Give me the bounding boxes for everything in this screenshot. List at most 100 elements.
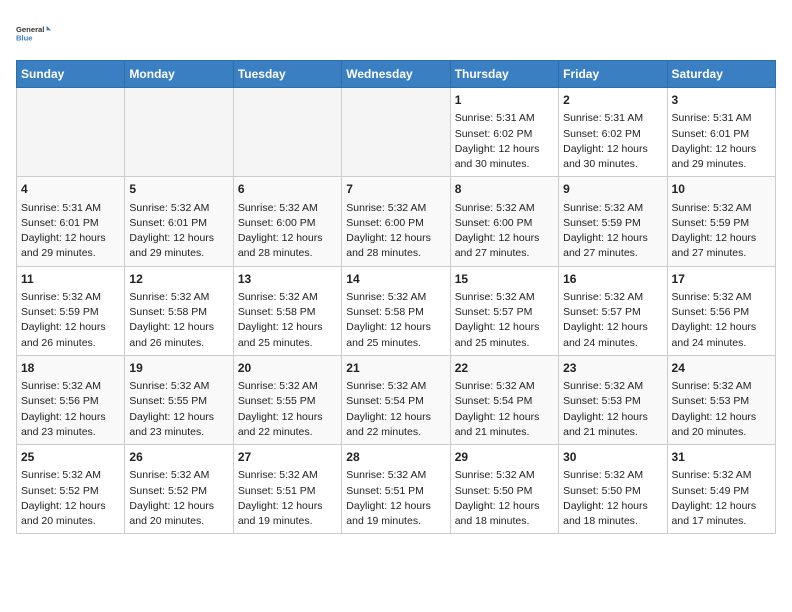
- day-info-line: Sunrise: 5:32 AM: [21, 379, 120, 394]
- day-info-line: Sunrise: 5:32 AM: [238, 379, 337, 394]
- day-info-line: and 20 minutes.: [129, 514, 228, 529]
- calendar-cell: [17, 88, 125, 177]
- day-header-sunday: Sunday: [17, 61, 125, 88]
- calendar-week-row: 25Sunrise: 5:32 AMSunset: 5:52 PMDayligh…: [17, 445, 776, 534]
- calendar-cell: 5 Sunrise: 5:32 AMSunset: 6:01 PMDaylight…: [125, 177, 233, 266]
- day-info-line: and 30 minutes.: [455, 157, 554, 172]
- day-info-line: Daylight: 12 hours: [238, 231, 337, 246]
- day-info-line: Sunset: 5:56 PM: [21, 394, 120, 409]
- day-info-line: Sunset: 5:50 PM: [455, 484, 554, 499]
- day-info-line: and 21 minutes.: [455, 425, 554, 440]
- day-info-line: Sunset: 6:02 PM: [563, 127, 662, 142]
- day-info-line: Sunset: 5:57 PM: [455, 305, 554, 320]
- calendar-week-row: 4Sunrise: 5:31 AMSunset: 6:01 PMDaylight…: [17, 177, 776, 266]
- day-info-line: and 29 minutes.: [129, 246, 228, 261]
- day-number: 10: [672, 181, 771, 198]
- day-info-line: Daylight: 12 hours: [129, 320, 228, 335]
- day-info-line: Sunset: 5:54 PM: [455, 394, 554, 409]
- day-info-line: Daylight: 12 hours: [672, 499, 771, 514]
- day-info-line: Sunset: 5:59 PM: [21, 305, 120, 320]
- day-info-line: Sunset: 5:54 PM: [346, 394, 445, 409]
- day-info-line: Sunrise: 5:32 AM: [129, 201, 228, 216]
- day-number: 21: [346, 360, 445, 377]
- calendar-week-row: 1Sunrise: 5:31 AMSunset: 6:02 PMDaylight…: [17, 88, 776, 177]
- day-number: 23: [563, 360, 662, 377]
- calendar-table: SundayMondayTuesdayWednesdayThursdayFrid…: [16, 60, 776, 534]
- day-info-line: Sunrise: 5:32 AM: [563, 468, 662, 483]
- day-info-line: Daylight: 12 hours: [672, 410, 771, 425]
- day-number: 5: [129, 181, 228, 198]
- day-number: 4: [21, 181, 120, 198]
- day-info-line: Sunrise: 5:32 AM: [455, 379, 554, 394]
- day-info-line: Daylight: 12 hours: [346, 320, 445, 335]
- calendar-cell: 12Sunrise: 5:32 AMSunset: 5:58 PMDayligh…: [125, 266, 233, 355]
- day-number: 20: [238, 360, 337, 377]
- calendar-cell: 19Sunrise: 5:32 AMSunset: 5:55 PMDayligh…: [125, 355, 233, 444]
- calendar-cell: 24Sunrise: 5:32 AMSunset: 5:53 PMDayligh…: [667, 355, 775, 444]
- day-info-line: Sunrise: 5:31 AM: [563, 111, 662, 126]
- day-info-line: Sunset: 5:58 PM: [346, 305, 445, 320]
- calendar-cell: 7Sunrise: 5:32 AMSunset: 6:00 PMDaylight…: [342, 177, 450, 266]
- day-header-monday: Monday: [125, 61, 233, 88]
- day-info-line: Sunrise: 5:32 AM: [563, 290, 662, 305]
- day-info-line: and 30 minutes.: [563, 157, 662, 172]
- day-info-line: Sunrise: 5:32 AM: [129, 468, 228, 483]
- calendar-cell: 26Sunrise: 5:32 AMSunset: 5:52 PMDayligh…: [125, 445, 233, 534]
- day-info-line: and 19 minutes.: [238, 514, 337, 529]
- day-info-line: Daylight: 12 hours: [21, 499, 120, 514]
- calendar-cell: 10Sunrise: 5:32 AMSunset: 5:59 PMDayligh…: [667, 177, 775, 266]
- day-number: 31: [672, 449, 771, 466]
- day-number: 22: [455, 360, 554, 377]
- day-info-line: and 18 minutes.: [455, 514, 554, 529]
- day-info-line: Daylight: 12 hours: [21, 231, 120, 246]
- day-info-line: Sunrise: 5:32 AM: [672, 290, 771, 305]
- day-number: 2: [563, 92, 662, 109]
- day-number: 29: [455, 449, 554, 466]
- day-info-line: Sunrise: 5:31 AM: [455, 111, 554, 126]
- calendar-cell: 8Sunrise: 5:32 AMSunset: 6:00 PMDaylight…: [450, 177, 558, 266]
- day-header-wednesday: Wednesday: [342, 61, 450, 88]
- calendar-cell: 17Sunrise: 5:32 AMSunset: 5:56 PMDayligh…: [667, 266, 775, 355]
- day-info-line: Daylight: 12 hours: [563, 410, 662, 425]
- svg-text:General: General: [16, 25, 44, 34]
- calendar-cell: 21Sunrise: 5:32 AMSunset: 5:54 PMDayligh…: [342, 355, 450, 444]
- day-info-line: Daylight: 12 hours: [455, 320, 554, 335]
- day-info-line: Sunset: 5:57 PM: [563, 305, 662, 320]
- day-info-line: Sunset: 6:00 PM: [346, 216, 445, 231]
- day-number: 24: [672, 360, 771, 377]
- day-number: 26: [129, 449, 228, 466]
- day-info-line: and 27 minutes.: [455, 246, 554, 261]
- day-number: 8: [455, 181, 554, 198]
- day-info-line: and 29 minutes.: [672, 157, 771, 172]
- day-number: 15: [455, 271, 554, 288]
- calendar-cell: [233, 88, 341, 177]
- day-number: 14: [346, 271, 445, 288]
- day-number: 25: [21, 449, 120, 466]
- day-info-line: Daylight: 12 hours: [129, 231, 228, 246]
- day-info-line: Sunrise: 5:32 AM: [455, 290, 554, 305]
- day-info-line: Sunset: 5:52 PM: [129, 484, 228, 499]
- day-info-line: Daylight: 12 hours: [455, 142, 554, 157]
- day-number: 18: [21, 360, 120, 377]
- calendar-cell: 31Sunrise: 5:32 AMSunset: 5:49 PMDayligh…: [667, 445, 775, 534]
- day-info-line: Daylight: 12 hours: [21, 410, 120, 425]
- day-info-line: and 20 minutes.: [21, 514, 120, 529]
- day-info-line: Sunset: 5:59 PM: [672, 216, 771, 231]
- calendar-cell: 16Sunrise: 5:32 AMSunset: 5:57 PMDayligh…: [559, 266, 667, 355]
- day-info-line: and 28 minutes.: [238, 246, 337, 261]
- day-info-line: Sunrise: 5:32 AM: [346, 201, 445, 216]
- day-info-line: Sunset: 5:56 PM: [672, 305, 771, 320]
- day-info-line: Sunrise: 5:32 AM: [238, 468, 337, 483]
- day-info-line: Sunset: 5:51 PM: [238, 484, 337, 499]
- day-number: 11: [21, 271, 120, 288]
- day-info-line: Sunrise: 5:31 AM: [21, 201, 120, 216]
- day-info-line: and 19 minutes.: [346, 514, 445, 529]
- day-info-line: Sunset: 6:01 PM: [129, 216, 228, 231]
- day-info-line: Daylight: 12 hours: [346, 231, 445, 246]
- day-info-line: Sunset: 5:52 PM: [21, 484, 120, 499]
- day-info-line: Sunrise: 5:32 AM: [21, 468, 120, 483]
- calendar-week-row: 18Sunrise: 5:32 AMSunset: 5:56 PMDayligh…: [17, 355, 776, 444]
- calendar-cell: 11Sunrise: 5:32 AMSunset: 5:59 PMDayligh…: [17, 266, 125, 355]
- day-info-line: Sunset: 5:55 PM: [129, 394, 228, 409]
- day-info-line: and 23 minutes.: [129, 425, 228, 440]
